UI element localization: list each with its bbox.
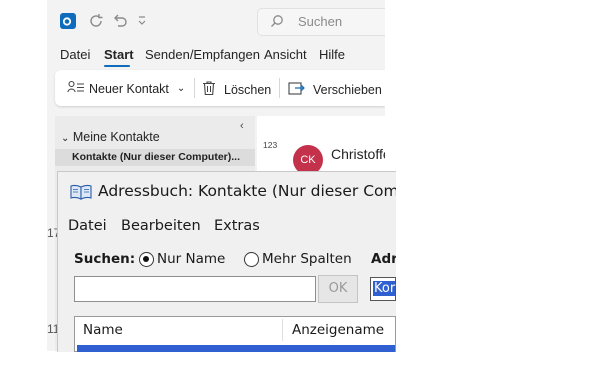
ribbon-divider: [279, 78, 280, 98]
collapse-pane-icon[interactable]: ‹: [240, 120, 244, 132]
menu-hilfe[interactable]: Hilfe: [319, 47, 345, 62]
contacts-group-label: Meine Kontakte: [72, 130, 160, 144]
contact-card-icon: [67, 80, 85, 97]
search-input[interactable]: Suchen: [298, 14, 342, 29]
dialog-menu-extras[interactable]: Extras: [214, 218, 260, 234]
sync-icon[interactable]: [87, 12, 105, 35]
address-book-dialog: Adressbuch: Kontakte (Nur dieser Compute…: [57, 171, 396, 352]
contacts-group-header[interactable]: ⌄ Meine Kontakte: [61, 130, 160, 144]
move-button[interactable]: Verschieben ⌄: [288, 80, 385, 99]
address-book-select-value: Kor: [373, 281, 396, 296]
chevron-down-icon: ⌄: [61, 133, 70, 144]
outlook-logo-icon: [60, 13, 76, 29]
delete-button[interactable]: Löschen: [202, 80, 271, 99]
address-book-select[interactable]: Kor: [370, 277, 396, 301]
menu-senden-empfangen[interactable]: Senden/Empfangen: [145, 47, 260, 62]
quick-access-dropdown-icon[interactable]: [137, 13, 147, 32]
ok-button[interactable]: OK: [318, 275, 358, 303]
undo-icon[interactable]: [111, 12, 129, 35]
radio-more-columns-label[interactable]: Mehr Spalten: [262, 251, 352, 267]
search-field[interactable]: [74, 276, 316, 302]
radio-name-only[interactable]: [139, 252, 154, 267]
menu-start[interactable]: Start: [104, 47, 134, 62]
column-header-display-name[interactable]: Anzeigename: [292, 322, 384, 338]
sidebar-item-contacts-local[interactable]: Kontakte (Nur dieser Computer)...: [55, 149, 255, 166]
dialog-menu-datei[interactable]: Datei: [68, 218, 107, 234]
column-header-name[interactable]: Name: [83, 322, 123, 338]
dialog-title: Adressbuch: Kontakte (Nur dieser Compute: [98, 182, 396, 200]
new-contact-label: Neuer Kontakt: [89, 81, 169, 96]
new-contact-button[interactable]: Neuer Kontakt ⌄: [67, 80, 185, 97]
trash-icon: [202, 80, 216, 99]
delete-label: Löschen: [224, 82, 272, 97]
contact-name[interactable]: Christoffe: [331, 146, 385, 162]
ribbon-divider: [194, 78, 195, 98]
contacts-table: Name Anzeigename: [74, 316, 396, 352]
sidebar-item-label: Kontakte (Nur dieser Computer)...: [72, 151, 241, 163]
move-label: Verschieben: [313, 82, 382, 97]
menu-ansicht[interactable]: Ansicht: [264, 47, 307, 62]
table-row-selected[interactable]: [77, 345, 395, 352]
menu-datei[interactable]: Datei: [60, 47, 90, 62]
title-bar: Suchen: [47, 0, 385, 42]
dialog-menu-bearbeiten[interactable]: Bearbeiten: [121, 218, 201, 234]
search-icon: [270, 14, 284, 31]
chevron-down-icon[interactable]: ⌄: [177, 83, 185, 94]
address-book-icon: [70, 184, 92, 204]
column-divider[interactable]: [282, 319, 283, 341]
avatar-initials: CK: [300, 154, 316, 166]
search-label: Suchen:: [74, 251, 136, 267]
active-tab-indicator: [104, 65, 130, 67]
menu-bar: Datei Start Senden/Empfangen Ansicht Hil…: [47, 42, 385, 68]
radio-more-columns[interactable]: [244, 252, 259, 267]
ribbon: Neuer Kontakt ⌄ Löschen Verschieben ⌄: [55, 70, 385, 106]
list-group-header: 123: [263, 140, 278, 150]
radio-name-only-label[interactable]: Nur Name: [157, 251, 225, 267]
move-folder-icon: [288, 80, 305, 99]
search-box[interactable]: Suchen: [257, 8, 385, 36]
address-book-label: Adr: [371, 251, 396, 267]
